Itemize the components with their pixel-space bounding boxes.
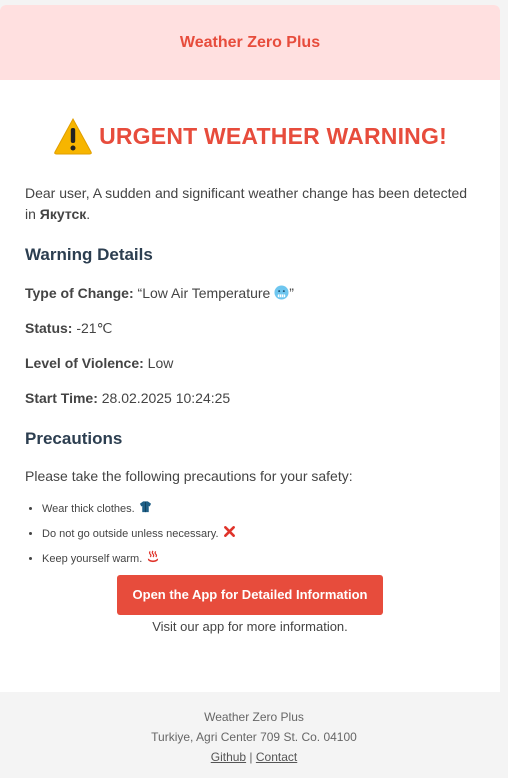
list-item: Wear thick clothes.	[42, 500, 475, 516]
hot-springs-icon	[146, 550, 160, 568]
github-link[interactable]: Github	[211, 750, 246, 764]
cold-face-icon	[274, 285, 289, 300]
header-title: Weather Zero Plus	[179, 33, 321, 51]
visit-app-text: Visit our app for more information.	[152, 619, 348, 634]
intro-text: Dear user, A sudden and significant weat…	[25, 185, 468, 222]
precautions-title: Precautions	[25, 429, 123, 448]
precautions-intro: Please take the following precautions fo…	[25, 468, 353, 484]
footer-name: Weather Zero Plus	[204, 710, 304, 724]
contact-link[interactable]: Contact	[256, 750, 297, 764]
footer-links: Github | Contact	[210, 750, 298, 764]
type-of-change: Type of Change: “Low Air Temperature ”	[25, 285, 294, 301]
urgent-heading: URGENT WEATHER WARNING!	[25, 115, 475, 157]
email-card: Weather Zero Plus URGENT WEATHER WARNING…	[0, 5, 500, 692]
cross-icon	[223, 525, 236, 543]
email-header: Weather Zero Plus	[0, 5, 500, 80]
status-row: Status: -21℃	[25, 320, 113, 336]
footer-address: Turkiye, Agri Center 709 St. Co. 04100	[151, 730, 357, 744]
warning-details-title: Warning Details	[25, 245, 153, 264]
list-item: Do not go outside unless necessary.	[42, 525, 475, 541]
urgent-title: URGENT WEATHER WARNING!	[99, 122, 447, 149]
email-footer: Weather Zero Plus Turkiye, Agri Center 7…	[0, 692, 508, 778]
city-name: Якутск	[39, 206, 87, 222]
list-item: Keep yourself warm.	[42, 550, 475, 566]
email-content: URGENT WEATHER WARNING! Dear user, A sud…	[0, 115, 500, 634]
start-time-row: Start Time: 28.02.2025 10:24:25	[25, 390, 231, 406]
warning-icon	[54, 117, 92, 155]
precautions-list: Wear thick clothes. Do not go outside un…	[25, 500, 475, 566]
open-app-button[interactable]: Open the App for Detailed Information	[116, 575, 384, 615]
level-of-violence-row: Level of Violence: Low	[25, 355, 174, 371]
coat-icon	[139, 500, 152, 518]
cta-wrap: Open the App for Detailed Information	[25, 575, 475, 615]
